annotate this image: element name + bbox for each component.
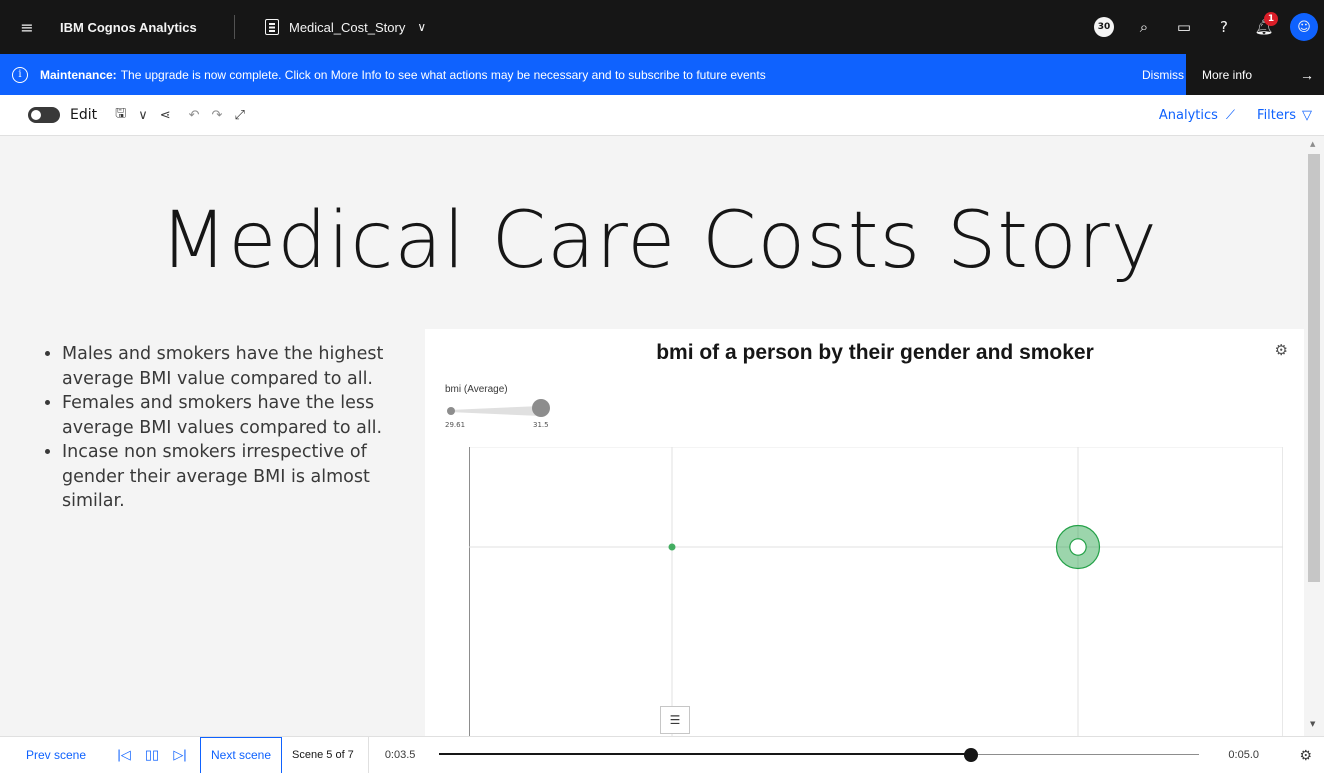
timeline-handle[interactable] bbox=[963, 748, 978, 762]
help-icon[interactable]: ? bbox=[1204, 0, 1244, 54]
maintenance-banner: i Maintenance: The upgrade is now comple… bbox=[0, 54, 1324, 95]
vertical-scrollbar[interactable]: ▲ ▼ bbox=[1304, 136, 1324, 736]
visualization-settings-icon[interactable]: ⚙︎ bbox=[1275, 341, 1288, 359]
skip-back-icon[interactable]: |◁ bbox=[110, 747, 138, 763]
toolbar-right: Analytics ⟋ Filters ▽ bbox=[1153, 95, 1324, 136]
notifications-icon[interactable]: 🔔︎ 1 bbox=[1244, 0, 1284, 54]
save-icon[interactable]: 🖫︎ bbox=[109, 95, 132, 136]
data-point-highlight bbox=[1069, 538, 1087, 556]
chevron-down-icon: ∨ bbox=[417, 20, 427, 34]
timeline-slider[interactable] bbox=[438, 746, 1199, 764]
next-scene-button[interactable]: Next scene bbox=[200, 736, 283, 773]
scroll-down-icon[interactable]: ▼ bbox=[1310, 720, 1315, 728]
header-divider bbox=[234, 15, 235, 39]
app-header: ≡ IBM Cognos Analytics Medical_Cost_Stor… bbox=[0, 0, 1324, 54]
scroll-up-icon[interactable]: ▲ bbox=[1310, 140, 1315, 148]
plot-area bbox=[469, 447, 1283, 736]
data-point bbox=[668, 543, 676, 551]
chat-icon[interactable]: ▭ bbox=[1164, 0, 1204, 54]
scatter-visualization[interactable]: bmi of a person by their gender and smok… bbox=[425, 329, 1304, 736]
size-legend-min-marker bbox=[447, 407, 455, 415]
edit-toggle[interactable] bbox=[28, 107, 60, 123]
player-settings-icon[interactable]: ⚙︎ bbox=[1299, 747, 1312, 764]
chart-title: bmi of a person by their gender and smok… bbox=[656, 341, 1094, 364]
size-legend-min: 29.61 bbox=[445, 421, 466, 429]
bullet-item: Females and smokers have the less averag… bbox=[62, 391, 396, 440]
info-icon: i bbox=[12, 66, 28, 83]
size-legend-max-marker bbox=[532, 399, 550, 417]
prev-scene-button[interactable]: Prev scene bbox=[0, 748, 110, 762]
content-badge: 30 bbox=[1094, 17, 1114, 37]
scene-player: Prev scene |◁ ▯▯ ▷| Next scene Scene 5 o… bbox=[0, 736, 1324, 773]
notification-count: 1 bbox=[1264, 12, 1278, 26]
undo-icon[interactable]: ↶ bbox=[183, 95, 206, 136]
filters-button[interactable]: Filters bbox=[1257, 108, 1296, 123]
more-info-label: More info bbox=[1202, 67, 1253, 82]
report-name: Medical_Cost_Story bbox=[289, 19, 406, 35]
more-info-button[interactable]: More info → bbox=[1186, 54, 1324, 95]
edit-label: Edit bbox=[70, 107, 98, 123]
filter-icon[interactable]: ▽ bbox=[1302, 108, 1312, 123]
notes-icon[interactable]: ☰ bbox=[660, 706, 690, 734]
size-legend-title: bmi (Average) bbox=[445, 384, 508, 395]
bullet-item: Males and smokers have the highest avera… bbox=[62, 342, 396, 391]
timeline-progress bbox=[438, 753, 971, 755]
analytics-button[interactable]: Analytics bbox=[1159, 108, 1218, 123]
user-icon: ☺ bbox=[1290, 13, 1318, 41]
fullscreen-icon[interactable]: ⤢ bbox=[228, 95, 250, 136]
scatter-plot bbox=[469, 447, 1283, 736]
bullet-item: Incase non smokers irrespective of gende… bbox=[62, 440, 396, 514]
scroll-thumb[interactable] bbox=[1308, 154, 1320, 582]
size-legend-max: 31.5 bbox=[533, 421, 549, 429]
current-time: 0:03.5 bbox=[384, 749, 416, 761]
app-brand: IBM Cognos Analytics bbox=[60, 19, 197, 35]
content-badge-button[interactable]: 30 bbox=[1084, 0, 1124, 54]
header-actions: 30 ⌕ ▭ ? 🔔︎ 1 ☺ bbox=[1084, 0, 1324, 54]
story-canvas: Medical Care Costs Story Males and smoke… bbox=[14, 136, 1304, 736]
size-legend-bar bbox=[449, 406, 541, 416]
story-toolbar: Edit 🖫︎ ∨ ⋖ ↶ ↷ ⤢ Analytics ⟋ Filters ▽ bbox=[0, 95, 1324, 136]
banner-message: The upgrade is now complete. Click on Mo… bbox=[120, 67, 766, 82]
report-icon bbox=[265, 19, 279, 35]
arrow-right-icon: → bbox=[1300, 66, 1314, 83]
share-icon[interactable]: ⋖ bbox=[154, 95, 177, 136]
end-time: 0:05.0 bbox=[1228, 749, 1259, 761]
dismiss-button[interactable]: Dismiss bbox=[1122, 54, 1184, 95]
user-avatar-button[interactable]: ☺ bbox=[1284, 0, 1324, 54]
story-title: Medical Care Costs Story bbox=[160, 196, 1158, 286]
skip-forward-icon[interactable]: ▷| bbox=[166, 747, 194, 763]
analytics-icon[interactable]: ⟋ bbox=[1226, 108, 1235, 123]
pause-icon[interactable]: ▯▯ bbox=[138, 747, 166, 763]
scene-indicator: Scene 5 of 7 bbox=[282, 736, 369, 773]
banner-label: Maintenance: bbox=[40, 67, 117, 82]
save-menu-chevron-icon[interactable]: ∨ bbox=[132, 95, 154, 136]
hamburger-icon[interactable]: ≡ bbox=[0, 0, 54, 54]
report-switcher[interactable]: Medical_Cost_Story ∨ bbox=[253, 0, 426, 54]
story-bullets: Males and smokers have the highest avera… bbox=[36, 342, 396, 514]
redo-icon[interactable]: ↷ bbox=[206, 95, 229, 136]
search-icon[interactable]: ⌕ bbox=[1124, 0, 1164, 54]
